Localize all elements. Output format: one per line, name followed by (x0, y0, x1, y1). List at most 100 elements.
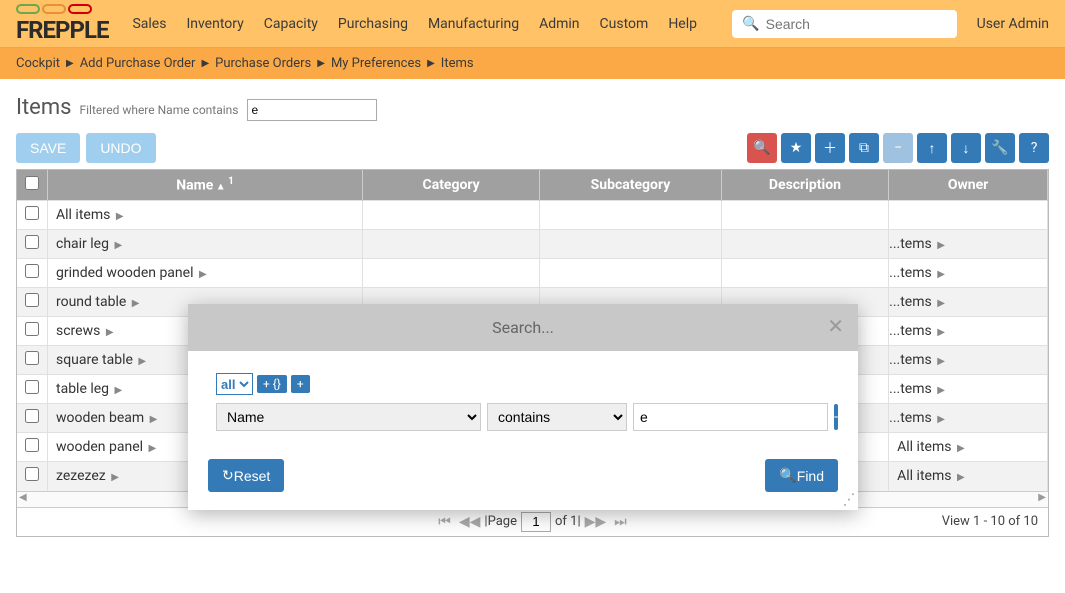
column-header[interactable]: Description (721, 170, 888, 201)
column-header[interactable]: Owner (889, 170, 1048, 201)
close-icon[interactable]: ✕ (827, 314, 844, 338)
row-checkbox[interactable] (25, 264, 39, 278)
cell-category[interactable] (363, 201, 540, 230)
filter-field-select[interactable]: Name (216, 403, 481, 431)
help-button[interactable]: ? (1019, 133, 1049, 163)
cell-description[interactable] (721, 201, 888, 230)
pager-prev-icon[interactable]: ◀◀ (459, 514, 481, 530)
row-checkbox[interactable] (25, 206, 39, 220)
cell-owner[interactable]: ...tems ▶ (889, 346, 1048, 375)
nav-sales[interactable]: Sales (132, 16, 166, 32)
user-menu[interactable]: User Admin (977, 16, 1049, 32)
nav-admin[interactable]: Admin (539, 16, 579, 32)
cell-name[interactable]: chair leg ▶ (48, 230, 363, 259)
cell-owner[interactable]: ...tems ▶ (889, 404, 1048, 433)
cell-subcategory[interactable] (540, 259, 722, 288)
cell-description[interactable] (721, 259, 888, 288)
caret-right-icon[interactable]: ▶ (957, 472, 965, 483)
breadcrumb-item[interactable]: Add Purchase Order (80, 56, 196, 71)
row-checkbox[interactable] (25, 467, 39, 481)
cell-owner[interactable]: ...tems ▶ (889, 375, 1048, 404)
table-row[interactable]: All items ▶ (17, 201, 1048, 230)
remove-rule-button[interactable]: - (834, 404, 838, 430)
page-title: Items (16, 95, 72, 120)
caret-right-icon[interactable]: ▶ (111, 472, 119, 483)
filter-operator-select[interactable]: contains (487, 403, 627, 431)
caret-right-icon[interactable]: ▶ (199, 269, 207, 280)
table-row[interactable]: grinded wooden panel ▶ ...tems ▶ (17, 259, 1048, 288)
save-button[interactable]: SAVE (16, 133, 80, 163)
caret-right-icon[interactable]: ▶ (150, 414, 158, 425)
filter-value-input[interactable] (633, 403, 828, 431)
row-checkbox[interactable] (25, 380, 39, 394)
filter-summary-input[interactable] (247, 99, 377, 121)
add-button[interactable]: ＋ (815, 133, 845, 163)
pager-last-icon[interactable]: ⏭ (614, 514, 627, 530)
cell-owner[interactable] (889, 201, 1048, 230)
pager-view-info: View 1 - 10 of 10 (942, 514, 1038, 529)
nav-purchasing[interactable]: Purchasing (338, 16, 408, 32)
download-button[interactable]: ↓ (951, 133, 981, 163)
caret-right-icon[interactable]: ▶ (106, 327, 114, 338)
row-checkbox[interactable] (25, 409, 39, 423)
caret-right-icon[interactable]: ▶ (115, 385, 123, 396)
cell-description[interactable] (721, 230, 888, 259)
undo-button[interactable]: UNDO (86, 133, 155, 163)
global-search-input[interactable] (766, 16, 947, 32)
delete-button[interactable]: − (883, 133, 913, 163)
find-button[interactable]: 🔍 Find (765, 459, 838, 492)
cell-name[interactable]: All items ▶ (48, 201, 363, 230)
caret-right-icon[interactable]: ▶ (132, 298, 140, 309)
caret-right-icon[interactable]: ▶ (116, 211, 124, 222)
reset-button[interactable]: ↻ Reset (208, 459, 284, 492)
row-checkbox[interactable] (25, 351, 39, 365)
caret-right-icon[interactable]: ▶ (957, 443, 965, 454)
cell-owner[interactable]: ...tems ▶ (889, 230, 1048, 259)
nav-capacity[interactable]: Capacity (264, 16, 318, 32)
row-checkbox[interactable] (25, 322, 39, 336)
row-checkbox[interactable] (25, 235, 39, 249)
configure-button[interactable]: 🔧 (985, 133, 1015, 163)
cell-owner[interactable]: ...tems ▶ (889, 288, 1048, 317)
copy-button[interactable]: ⧉ (849, 133, 879, 163)
column-header[interactable]: Subcategory (540, 170, 722, 201)
add-rule-button[interactable]: + (291, 375, 310, 393)
caret-right-icon[interactable]: ▶ (149, 443, 157, 454)
breadcrumb-item[interactable]: Purchase Orders (215, 56, 311, 71)
cell-subcategory[interactable] (540, 201, 722, 230)
favorite-button[interactable]: ★ (781, 133, 811, 163)
cell-owner[interactable]: All items ▶ (889, 462, 1048, 491)
cell-name[interactable]: grinded wooden panel ▶ (48, 259, 363, 288)
cell-category[interactable] (363, 230, 540, 259)
nav-inventory[interactable]: Inventory (186, 16, 243, 32)
cell-owner[interactable]: All items ▶ (889, 433, 1048, 462)
cell-category[interactable] (363, 259, 540, 288)
pager-first-icon[interactable]: ⏮ (438, 514, 451, 530)
nav-manufacturing[interactable]: Manufacturing (428, 16, 519, 32)
search-filter-button[interactable]: 🔍 (747, 133, 777, 163)
column-header[interactable]: Name ▲ 1 (48, 170, 363, 201)
breadcrumb-item[interactable]: My Preferences (331, 56, 421, 71)
cell-subcategory[interactable] (540, 230, 722, 259)
global-search[interactable]: 🔍 (732, 10, 956, 38)
caret-right-icon[interactable]: ▶ (138, 356, 146, 367)
breadcrumb-item[interactable]: Items (441, 56, 474, 71)
cell-owner[interactable]: ...tems ▶ (889, 317, 1048, 346)
breadcrumb-item[interactable]: Cockpit (16, 56, 60, 71)
caret-right-icon[interactable]: ▶ (114, 240, 122, 251)
add-group-button[interactable]: + {} (257, 375, 287, 393)
nav-help[interactable]: Help (668, 16, 697, 32)
row-checkbox[interactable] (25, 438, 39, 452)
logo[interactable]: FREPPLE (16, 4, 132, 44)
nav-custom[interactable]: Custom (600, 16, 649, 32)
pager-page-input[interactable] (521, 512, 551, 532)
pager-next-icon[interactable]: ▶▶ (585, 514, 607, 530)
table-row[interactable]: chair leg ▶ ...tems ▶ (17, 230, 1048, 259)
row-checkbox[interactable] (25, 293, 39, 307)
select-all-checkbox[interactable] (25, 176, 39, 190)
column-header[interactable]: Category (363, 170, 540, 201)
cell-owner[interactable]: ...tems ▶ (889, 259, 1048, 288)
upload-button[interactable]: ↑ (917, 133, 947, 163)
match-mode-select[interactable]: all (216, 373, 253, 395)
resize-grip-icon[interactable]: ⋰ (841, 491, 857, 509)
